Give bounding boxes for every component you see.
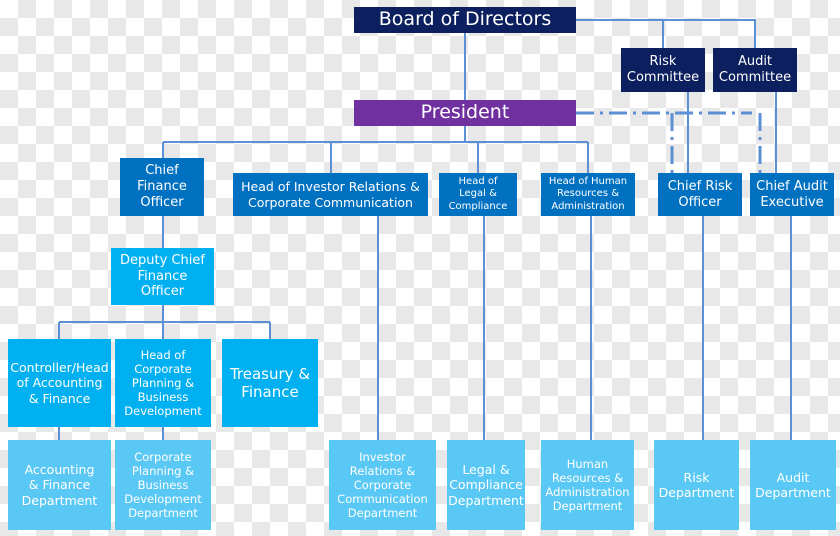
chief-risk-officer-box: Chief Risk Officer <box>658 173 742 216</box>
risk-committee-box: Risk Committee <box>621 48 705 92</box>
treasury-finance-box: Treasury & Finance <box>222 339 318 427</box>
hr-department-box: Human Resources & Administration Departm… <box>541 440 634 530</box>
president-branch-line <box>162 141 589 173</box>
controller-box: Controller/Head of Accounting & Finance <box>8 339 111 427</box>
chief-finance-officer-box: Chief Finance Officer <box>120 158 204 216</box>
audit-committee-box: Audit Committee <box>713 48 797 92</box>
legal-compliance-department-box: Legal & Compliance Department <box>447 440 525 530</box>
head-investor-relations-box: Head of Investor Relations & Corporate C… <box>233 173 428 216</box>
audit-department-box: Audit Department <box>750 440 836 530</box>
accounting-department-box: Accounting & Finance Department <box>8 440 111 530</box>
head-corporate-planning-box: Head of Corporate Planning & Business De… <box>115 339 211 427</box>
corporate-planning-department-box: Corporate Planning & Business Developmen… <box>115 440 211 530</box>
risk-department-box: Risk Department <box>654 440 739 530</box>
chief-audit-executive-box: Chief Audit Executive <box>750 173 834 216</box>
board-of-directors-box: Board of Directors <box>354 7 576 33</box>
president-box: President <box>354 100 576 126</box>
head-human-resources-box: Head of Human Resources & Administration <box>541 173 635 216</box>
investor-relations-department-box: Investor Relations & Corporate Communica… <box>329 440 436 530</box>
board-to-committees-line <box>576 19 756 48</box>
head-legal-compliance-box: Head of Legal & Compliance <box>439 173 517 216</box>
deputy-cfo-box: Deputy Chief Finance Officer <box>111 248 214 305</box>
